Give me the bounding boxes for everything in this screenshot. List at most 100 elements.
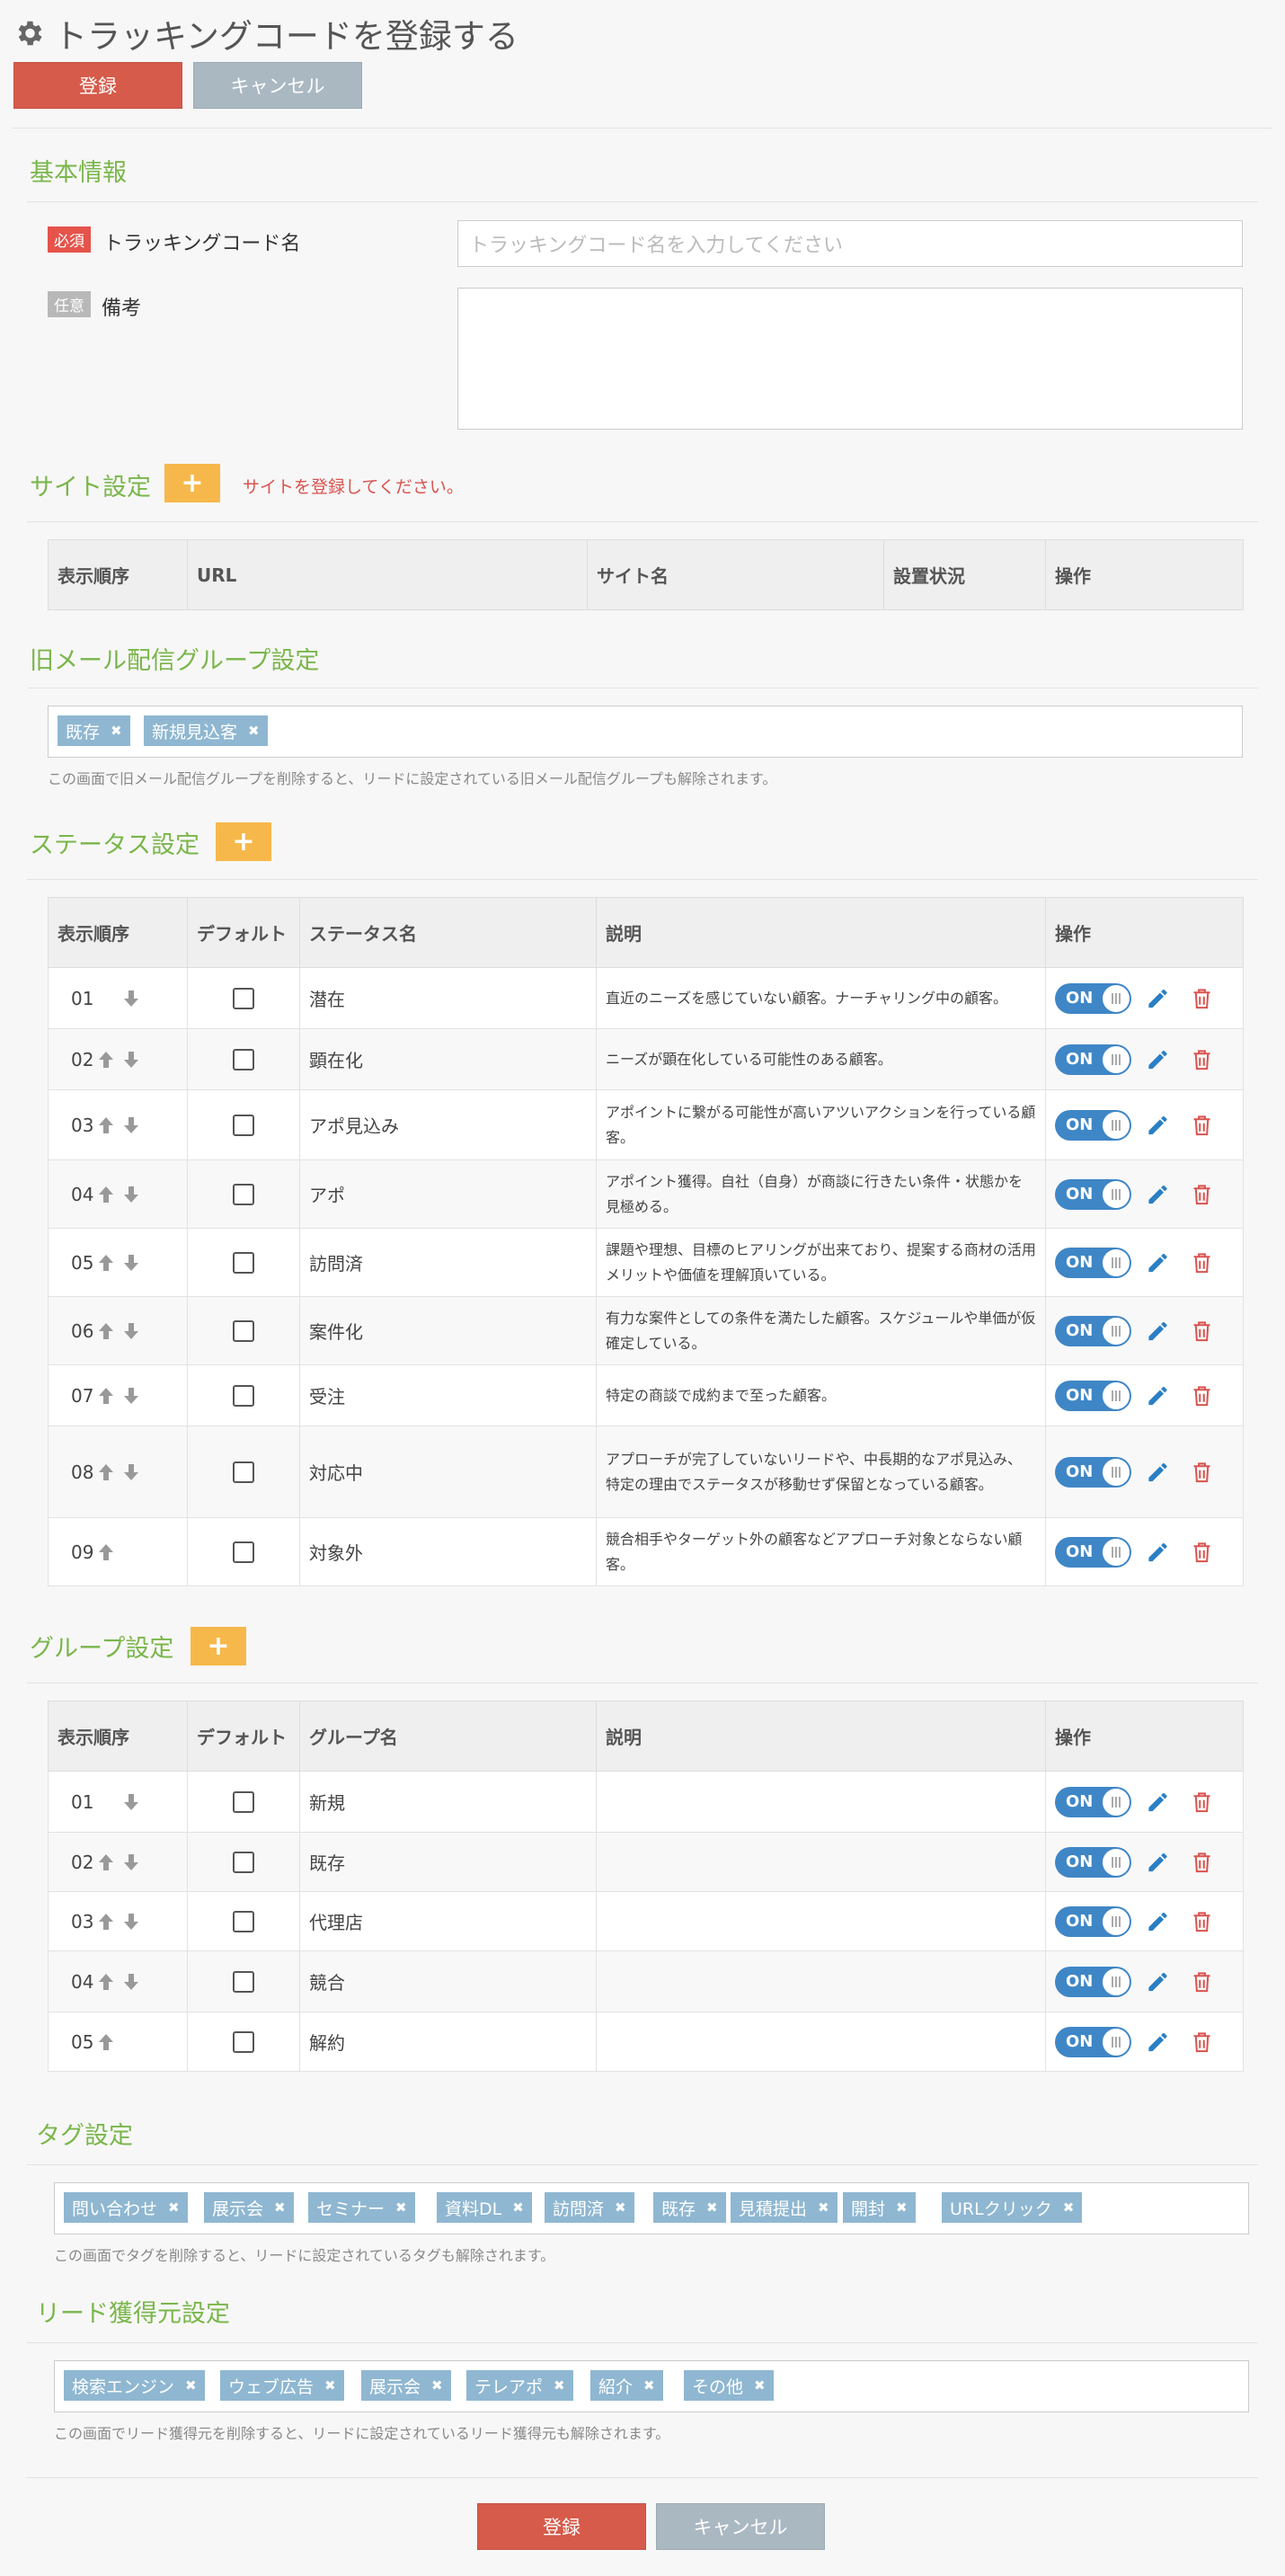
move-down-icon[interactable]: [120, 1852, 142, 1873]
delete-icon[interactable]: [1190, 1250, 1214, 1275]
edit-icon[interactable]: [1146, 1250, 1170, 1275]
remove-tag-icon[interactable]: ✖: [324, 2377, 336, 2394]
active-toggle[interactable]: ON: [1055, 1109, 1131, 1141]
default-checkbox[interactable]: [233, 2030, 254, 2053]
delete-icon[interactable]: [1190, 1047, 1214, 1072]
move-down-icon[interactable]: [120, 1184, 142, 1205]
edit-icon[interactable]: [1146, 1113, 1170, 1138]
edit-icon[interactable]: [1146, 986, 1170, 1011]
edit-icon[interactable]: [1146, 1182, 1170, 1207]
remove-tag-icon[interactable]: ✖: [818, 2199, 829, 2216]
delete-icon[interactable]: [1190, 1182, 1214, 1207]
cancel-button[interactable]: キャンセル: [193, 62, 362, 109]
move-up-icon[interactable]: [95, 2031, 117, 2053]
move-up-icon[interactable]: [95, 1184, 117, 1205]
active-toggle[interactable]: ON: [1055, 2026, 1131, 2057]
active-toggle[interactable]: ON: [1055, 1966, 1131, 1997]
delete-icon[interactable]: [1190, 986, 1214, 1011]
remove-tag-icon[interactable]: ✖: [554, 2377, 565, 2394]
move-down-icon[interactable]: [120, 1320, 142, 1342]
move-down-icon[interactable]: [120, 1252, 142, 1274]
remove-tag-icon[interactable]: ✖: [395, 2199, 407, 2216]
default-checkbox[interactable]: [233, 1790, 254, 1813]
delete-icon[interactable]: [1190, 1969, 1214, 1994]
delete-icon[interactable]: [1190, 1790, 1214, 1815]
active-toggle[interactable]: ON: [1055, 1178, 1131, 1210]
memo-textarea[interactable]: [457, 288, 1243, 430]
remove-tag-icon[interactable]: ✖: [615, 2199, 626, 2216]
active-toggle[interactable]: ON: [1055, 1044, 1131, 1075]
footer-save-button[interactable]: 登録: [477, 2503, 646, 2550]
move-up-icon[interactable]: [95, 1115, 117, 1136]
move-up-icon[interactable]: [95, 1971, 117, 1993]
default-checkbox[interactable]: [233, 1384, 254, 1407]
edit-icon[interactable]: [1146, 2030, 1170, 2055]
edit-icon[interactable]: [1146, 1319, 1170, 1344]
delete-icon[interactable]: [1190, 1540, 1214, 1565]
add-site-button[interactable]: +: [164, 464, 220, 502]
default-checkbox[interactable]: [233, 1541, 254, 1563]
active-toggle[interactable]: ON: [1055, 1247, 1131, 1278]
default-checkbox[interactable]: [233, 1851, 254, 1873]
default-checkbox[interactable]: [233, 1970, 254, 1993]
remove-tag-icon[interactable]: ✖: [168, 2199, 180, 2216]
move-down-icon[interactable]: [120, 1911, 142, 1932]
active-toggle[interactable]: ON: [1055, 1315, 1131, 1346]
default-checkbox[interactable]: [233, 1910, 254, 1932]
remove-tag-icon[interactable]: ✖: [185, 2377, 197, 2394]
move-up-icon[interactable]: [95, 1252, 117, 1274]
remove-tag-icon[interactable]: ✖: [512, 2199, 524, 2216]
default-checkbox[interactable]: [233, 1183, 254, 1205]
save-button[interactable]: 登録: [13, 62, 182, 109]
lead-source-input[interactable]: 検索エンジン ✖ ウェブ広告 ✖ 展示会 ✖ テレアポ ✖ 紹介 ✖ その他 ✖: [54, 2360, 1249, 2412]
move-down-icon[interactable]: [120, 1115, 142, 1136]
edit-icon[interactable]: [1146, 1383, 1170, 1408]
move-up-icon[interactable]: [95, 1541, 117, 1563]
add-group-button[interactable]: +: [191, 1627, 246, 1666]
delete-icon[interactable]: [1190, 1850, 1214, 1875]
active-toggle[interactable]: ON: [1055, 1536, 1131, 1568]
move-down-icon[interactable]: [120, 988, 142, 1009]
remove-tag-icon[interactable]: ✖: [643, 2377, 655, 2394]
move-up-icon[interactable]: [95, 1385, 117, 1407]
mail-group-tag-input[interactable]: 既存 ✖ 新規見込客 ✖: [48, 706, 1243, 758]
active-toggle[interactable]: ON: [1055, 1786, 1131, 1817]
default-checkbox[interactable]: [233, 1048, 254, 1070]
move-up-icon[interactable]: [95, 1049, 117, 1070]
remove-tag-icon[interactable]: ✖: [431, 2377, 443, 2394]
edit-icon[interactable]: [1146, 1790, 1170, 1815]
move-down-icon[interactable]: [120, 1791, 142, 1813]
add-status-button[interactable]: +: [216, 822, 271, 861]
active-toggle[interactable]: ON: [1055, 1905, 1131, 1937]
delete-icon[interactable]: [1190, 1909, 1214, 1934]
move-up-icon[interactable]: [95, 1852, 117, 1873]
active-toggle[interactable]: ON: [1055, 1456, 1131, 1488]
edit-icon[interactable]: [1146, 1969, 1170, 1994]
default-checkbox[interactable]: [233, 1114, 254, 1136]
remove-tag-icon[interactable]: ✖: [706, 2199, 718, 2216]
delete-icon[interactable]: [1190, 1460, 1214, 1485]
move-down-icon[interactable]: [120, 1385, 142, 1407]
move-up-icon[interactable]: [95, 1320, 117, 1342]
default-checkbox[interactable]: [233, 1251, 254, 1274]
default-checkbox[interactable]: [233, 1319, 254, 1342]
remove-tag-icon[interactable]: ✖: [896, 2199, 908, 2216]
active-toggle[interactable]: ON: [1055, 1846, 1131, 1878]
edit-icon[interactable]: [1146, 1909, 1170, 1934]
edit-icon[interactable]: [1146, 1047, 1170, 1072]
delete-icon[interactable]: [1190, 1383, 1214, 1408]
default-checkbox[interactable]: [233, 1461, 254, 1483]
delete-icon[interactable]: [1190, 1319, 1214, 1344]
edit-icon[interactable]: [1146, 1850, 1170, 1875]
remove-tag-icon[interactable]: ✖: [1063, 2199, 1075, 2216]
edit-icon[interactable]: [1146, 1460, 1170, 1485]
remove-tag-icon[interactable]: ✖: [111, 723, 122, 739]
move-up-icon[interactable]: [95, 1461, 117, 1483]
remove-tag-icon[interactable]: ✖: [274, 2199, 286, 2216]
default-checkbox[interactable]: [233, 987, 254, 1009]
remove-tag-icon[interactable]: ✖: [248, 723, 260, 739]
move-down-icon[interactable]: [120, 1461, 142, 1483]
edit-icon[interactable]: [1146, 1540, 1170, 1565]
move-up-icon[interactable]: [95, 1911, 117, 1932]
delete-icon[interactable]: [1190, 1113, 1214, 1138]
